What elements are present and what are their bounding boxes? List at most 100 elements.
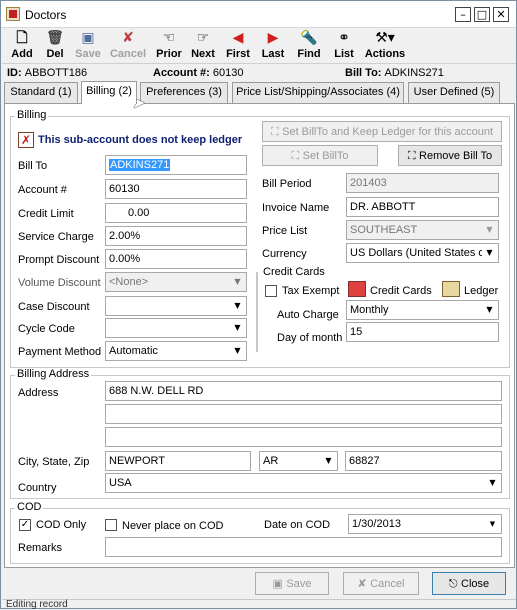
payment-method-select[interactable]: Automatic ▼ [105,341,247,361]
list-button[interactable]: ⚭ List [330,30,358,61]
remarks-field[interactable] [105,537,502,557]
toolbar: 🗋 Add 🗑 Del ▣ Save ✘ Cancel ☜ Prior ☞ Next ◀ Fi… [2,28,516,64]
credit-limit-label: Credit Limit [18,208,74,220]
status-bar: Editing record [2,599,516,610]
add-button[interactable]: 🗋 Add [7,30,37,61]
bill-to-field[interactable]: ADKINS271 [105,155,247,175]
flashlight-icon: 🔦 [300,30,318,46]
cod-group-title: COD [15,501,44,513]
last-arrow-icon: ▶ [267,30,279,46]
prior-button[interactable]: ☜ Prior [153,30,185,61]
tools-icon: ⚒▾ [375,30,395,46]
new-document-icon: 🗋 [16,30,28,46]
never-cod-checkbox[interactable] [105,519,117,531]
case-discount-select[interactable]: ▼ [105,296,247,316]
invoice-name-field[interactable]: DR. ABBOTT [346,197,499,217]
cod-only-checkbox[interactable]: ✓ [19,519,31,531]
case-discount-label: Case Discount [18,301,90,313]
address-label: Address [18,387,59,399]
credit-cards-group-title: Credit Cards [261,266,327,278]
credit-cards-button[interactable]: Credit Cards [370,285,432,297]
bill-period-label: Bill Period [262,178,312,190]
ledger-button[interactable]: Ledger [464,285,498,297]
window-title: Doctors [25,8,67,22]
cancel-button[interactable]: ✘ Cancel [343,572,419,595]
bill-period-field[interactable]: 201403 [346,173,499,193]
country-select[interactable]: USA ▼ [105,473,502,493]
next-button[interactable]: ☞ Next [188,30,218,61]
id-info: ID: ABBOTT186 [7,67,88,79]
no-ledger-icon: ✗ [18,132,34,148]
maximize-button[interactable]: □ [474,7,490,22]
city-field[interactable]: NEWPORT [105,451,251,471]
set-billto-icon: ⛶ [291,149,303,162]
close-button[interactable]: ⎋ Close [432,572,506,595]
credit-cards-icon [348,281,366,297]
volume-discount-label: Volume Discount [18,277,101,289]
exit-door-icon: ⎋ [448,577,462,590]
hand-left-icon: ☜ [162,30,176,46]
cancel-toolbar-button[interactable]: ✘ Cancel [107,30,149,61]
set-billto-keep-ledger-button[interactable]: ⛶ Set BillTo and Keep Ledger for this ac… [262,121,502,142]
tab-preferences[interactable]: Preferences (3) [140,82,228,103]
state-select[interactable]: AR ▼ [259,451,338,471]
tab-user-defined[interactable]: User Defined (5) [408,82,500,103]
prompt-discount-label: Prompt Discount [18,254,100,266]
billto-info: Bill To: ADKINS271 [345,67,444,79]
tab-standard[interactable]: Standard (1) [4,82,78,103]
binoculars-icon: ⚭ [338,30,350,46]
address-line3-field[interactable] [105,427,502,447]
billing-address-group-title: Billing Address [15,368,92,380]
set-billto-icon: ⛶ [270,125,283,138]
tax-exempt-label: Tax Exempt [282,285,340,297]
service-charge-field[interactable]: 2.00% [105,226,247,246]
find-button[interactable]: 🔦 Find [294,30,324,61]
billing-panel: Billing ✗ This sub-account does not keep… [4,103,515,568]
day-of-month-field[interactable]: 15 [346,322,499,342]
title-bar: Doctors – □ ✕ [1,1,516,28]
price-list-label: Price List [262,225,308,237]
hand-right-icon: ☞ [196,30,210,46]
volume-discount-select[interactable]: <None> ▼ [105,272,247,292]
remove-bill-to-button[interactable]: ⛶ Remove Bill To [398,145,502,166]
chevron-down-icon: ▼ [321,453,336,469]
save-button[interactable]: ▣ Save [255,572,329,595]
save-toolbar-button[interactable]: ▣ Save [73,30,103,61]
floppy-icon: ▣ [272,577,287,590]
tab-price-list[interactable]: Price List/Shipping/Associates (4) [232,82,404,103]
billing-group-title: Billing [15,109,49,121]
address-line1-field[interactable]: 688 N.W. DELL RD [105,381,502,401]
never-cod-label: Never place on COD [122,520,224,532]
chevron-down-icon: ▼ [230,274,245,290]
invoice-name-label: Invoice Name [262,202,330,214]
zip-field[interactable]: 68827 [345,451,502,471]
set-billto-button[interactable]: ⛶ Set BillTo [262,145,378,166]
credit-cards-group [256,272,258,352]
close-window-button[interactable]: ✕ [493,7,509,22]
auto-charge-select[interactable]: Monthly ▼ [346,300,499,320]
tab-billing[interactable]: Billing (2) [81,81,137,104]
account-label: Account # [18,184,67,196]
chevron-down-icon: ▼ [482,222,497,238]
currency-select[interactable]: US Dollars (United States of ▼ [346,243,499,263]
tax-exempt-checkbox[interactable] [265,285,277,297]
cycle-code-select[interactable]: ▼ [105,318,247,338]
last-button[interactable]: ▶ Last [258,30,288,61]
account-field[interactable]: 60130 [105,179,247,199]
chevron-down-icon: ▼ [485,516,500,532]
first-button[interactable]: ◀ First [223,30,253,61]
chevron-down-icon: ▼ [482,245,497,261]
price-list-select[interactable]: SOUTHEAST ▼ [346,220,499,240]
date-on-cod-picker[interactable]: 1/30/2013 ▼ [348,514,502,534]
bill-to-label: Bill To [18,160,48,172]
actions-button[interactable]: ⚒▾ Actions [363,30,407,61]
auto-charge-label: Auto Charge [277,309,339,321]
delete-button[interactable]: 🗑 Del [41,30,69,61]
prompt-discount-field[interactable]: 0.00% [105,249,247,269]
credit-limit-field[interactable]: 0.00 [105,203,247,223]
chevron-down-icon: ▼ [230,343,245,359]
address-line2-field[interactable] [105,404,502,424]
service-charge-label: Service Charge [18,231,94,243]
minimize-button[interactable]: – [455,7,471,22]
app-icon [6,7,20,21]
